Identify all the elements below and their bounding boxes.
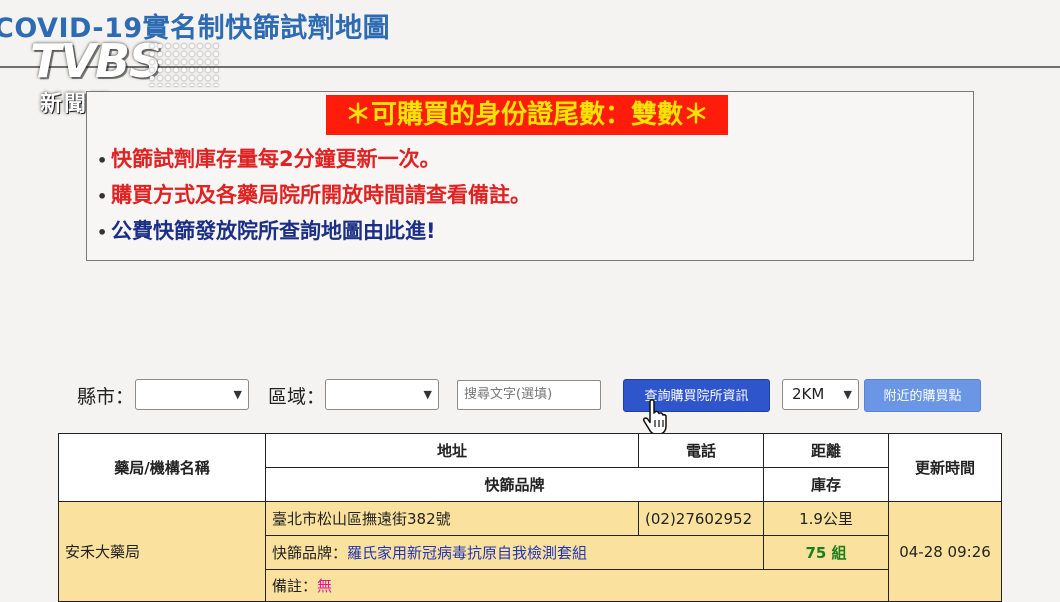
notice-box: ＊可購買的身份證尾數：雙數＊ • 快篩試劑庫存量每2分鐘更新一次。 • 購買方式及各… [86,91,974,261]
city-select[interactable]: ▼ [135,379,249,410]
bullet-icon: • [97,187,108,206]
chevron-down-icon: ▼ [233,388,242,401]
pharmacy-note: 無 [317,577,333,595]
notice-link-item[interactable]: • 公費快篩發放院所查詢地圖由此進! [97,214,531,250]
table-row[interactable]: 安禾大藥局 臺北市松山區撫遠街382號 (02)27602952 1.9公里 0… [58,501,1002,602]
pharmacy-address: 臺北市松山區撫遠街382號 [265,501,639,536]
hand-pointer-icon [642,399,667,435]
notice-list: • 快篩試劑庫存量每2分鐘更新一次。 • 購買方式及各藥局院所開放時間請查看備註。 … [97,142,531,250]
header-phone: 電話 [638,433,764,468]
pharmacy-brand-cell: 快篩品牌：羅氏家用新冠病毒抗原自我檢測套組 [265,535,764,570]
header-updated: 更新時間 [888,433,1002,502]
pharmacy-updated: 04-28 09:26 [888,501,1002,602]
pharmacy-name[interactable]: 安禾大藥局 [58,501,266,602]
bullet-icon: • [97,151,108,170]
pharmacy-table: 藥局/機構名稱 地址 電話 距離 更新時間 快篩品牌 庫存 安禾大藥局 臺北市松… [58,433,1002,602]
pharmacy-phone: (02)27602952 [638,501,764,536]
header-distance: 距離 [763,433,889,468]
header-stock: 庫存 [763,467,889,502]
notice-item: • 購買方式及各藥局院所開放時間請查看備註。 [97,178,531,214]
header-address: 地址 [265,433,639,468]
district-label: 區域： [268,386,326,408]
pharmacy-stock: 75 組 [763,535,889,570]
chevron-down-icon: ▼ [423,388,432,401]
nearby-button[interactable]: 附近的購買點 [864,379,981,412]
header-brand: 快篩品牌 [265,467,764,502]
district-select[interactable]: ▼ [325,379,439,410]
pharmacy-brand: 羅氏家用新冠病毒抗原自我檢測套組 [347,544,588,562]
purchase-id-headline: ＊可購買的身份證尾數：雙數＊ [326,95,728,135]
bullet-icon: • [97,223,108,242]
chevron-down-icon: ▼ [843,388,852,401]
search-input[interactable]: 搜尋文字(選填) [457,380,601,410]
distance-select[interactable]: 2KM ▼ [782,379,859,410]
logo-dots-icon [148,42,218,86]
pharmacy-note-cell: 備註：無 [265,569,889,602]
city-label: 縣市： [77,386,135,408]
header-name: 藥局/機構名稱 [58,433,266,502]
notice-item: • 快篩試劑庫存量每2分鐘更新一次。 [97,142,531,178]
logo-wordmark: TVBS [30,34,162,88]
pharmacy-distance: 1.9公里 [763,501,889,536]
